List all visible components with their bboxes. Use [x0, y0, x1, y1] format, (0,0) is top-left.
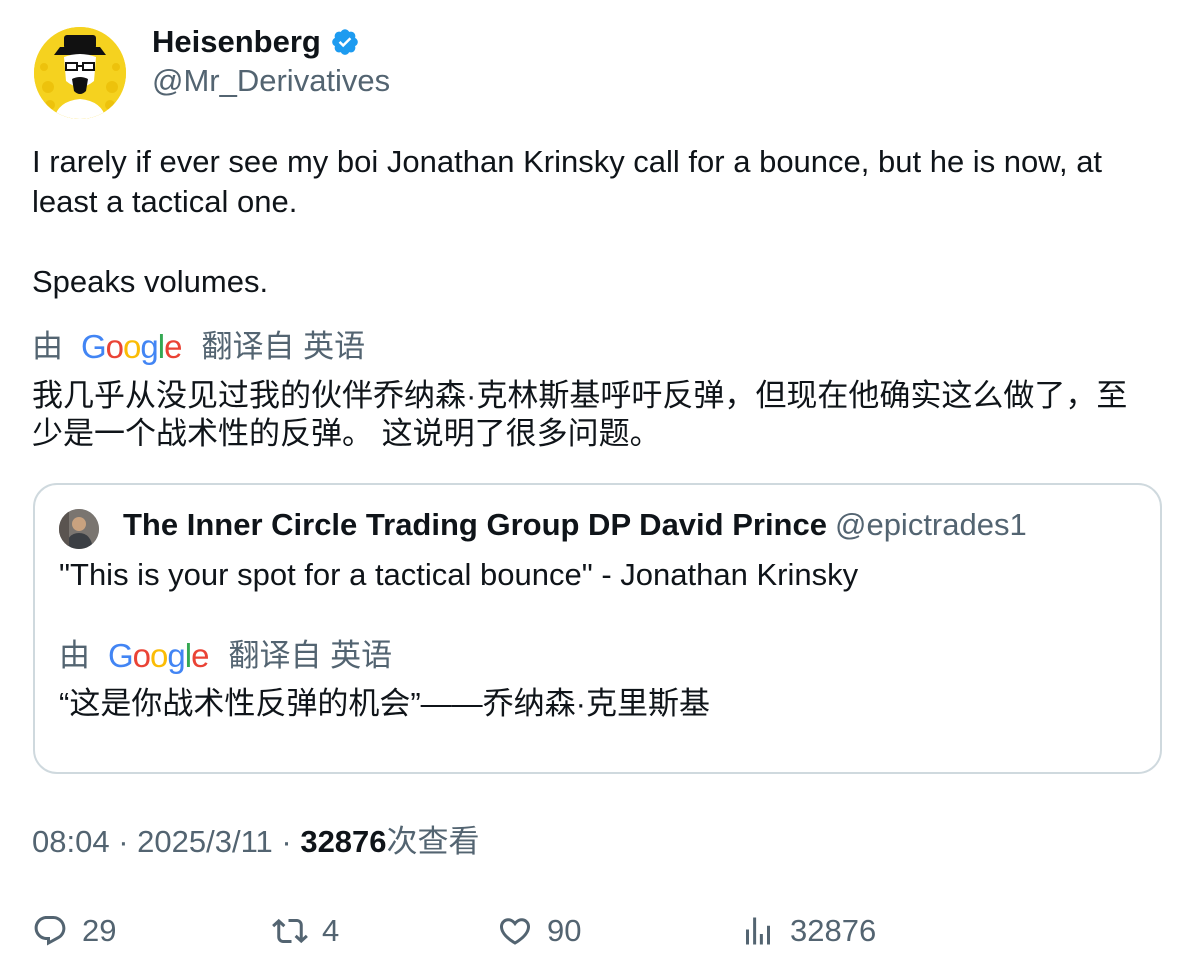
retweet-count: 4 [322, 913, 340, 948]
tweet-actions-bar: 29 4 90 32876 [0, 908, 1196, 958]
tweet-paragraph: Speaks volumes. [32, 264, 269, 299]
quoted-tweet-text: "This is your spot for a tactical bounce… [59, 557, 859, 592]
translated-from-label: 翻译自 英语 [201, 329, 366, 364]
author-name-row[interactable]: Heisenberg [152, 23, 360, 61]
translated-by-label: 由 [59, 638, 90, 673]
like-icon [499, 918, 531, 945]
tweet-time[interactable]: 08:04 [32, 824, 110, 859]
quoted-translation-attribution: 由 Google 翻译自 英语 [59, 636, 392, 676]
meta-separator: · [109, 824, 138, 859]
view-count-label: 次查看 [386, 824, 480, 859]
views-icon [746, 917, 770, 945]
reply-count: 29 [82, 913, 117, 948]
tweet-text: I rarely if ever see my boi Jonathan Kri… [32, 142, 1172, 302]
translated-by-label: 由 [32, 329, 63, 364]
retweet-button[interactable]: 4 [272, 908, 339, 954]
quoted-tweet-translation: “这是你战术性反弹的机会”——乔纳森·克里斯基 [59, 686, 710, 721]
quoted-avatar-photo [59, 509, 99, 549]
tweet-paragraph: I rarely if ever see my boi Jonathan Kri… [32, 144, 1103, 219]
like-button[interactable]: 90 [497, 908, 581, 954]
author-handle[interactable]: @Mr_Derivatives [152, 62, 390, 100]
view-count: 32876 [300, 824, 387, 859]
translation-attribution: 由 Google 翻译自 英语 [32, 327, 365, 367]
quoted-author-handle: @epictrades1 [834, 507, 1027, 542]
verified-badge-icon [332, 29, 358, 55]
translated-from-label: 翻译自 英语 [228, 638, 393, 673]
views-count: 32876 [790, 913, 877, 948]
author-avatar[interactable] [34, 27, 126, 119]
author-name[interactable]: Heisenberg [152, 23, 321, 61]
reply-button[interactable]: 29 [32, 908, 116, 954]
quoted-author-row: The Inner Circle Trading Group DP David … [123, 505, 1027, 545]
views-button[interactable]: 32876 [740, 908, 876, 954]
reply-icon [34, 916, 66, 946]
quoted-tweet-card[interactable]: The Inner Circle Trading Group DP David … [33, 483, 1162, 774]
quoted-author-name: The Inner Circle Trading Group DP David … [123, 507, 827, 542]
like-count: 90 [547, 913, 582, 948]
translation-line: 我几乎从没见过我的伙伴乔纳森·克林斯基呼吁反弹，但现在他确实这么做了，至 [32, 378, 1128, 413]
quoted-author-avatar [59, 509, 99, 549]
tweet-translation: 我几乎从没见过我的伙伴乔纳森·克林斯基呼吁反弹，但现在他确实这么做了，至 少是一… [32, 377, 1127, 453]
heisenberg-avatar-illustration [34, 27, 126, 119]
google-logo: Google [81, 328, 182, 365]
tweet-meta: 08:04 · 2025/3/11 · 32876次查看 [32, 822, 480, 862]
translation-line: 少是一个战术性的反弹。 这说明了很多问题。 [32, 416, 661, 451]
retweet-icon [272, 918, 308, 944]
google-logo: Google [108, 637, 209, 674]
meta-separator: · [272, 824, 301, 859]
tweet-date[interactable]: 2025/3/11 [137, 824, 273, 859]
